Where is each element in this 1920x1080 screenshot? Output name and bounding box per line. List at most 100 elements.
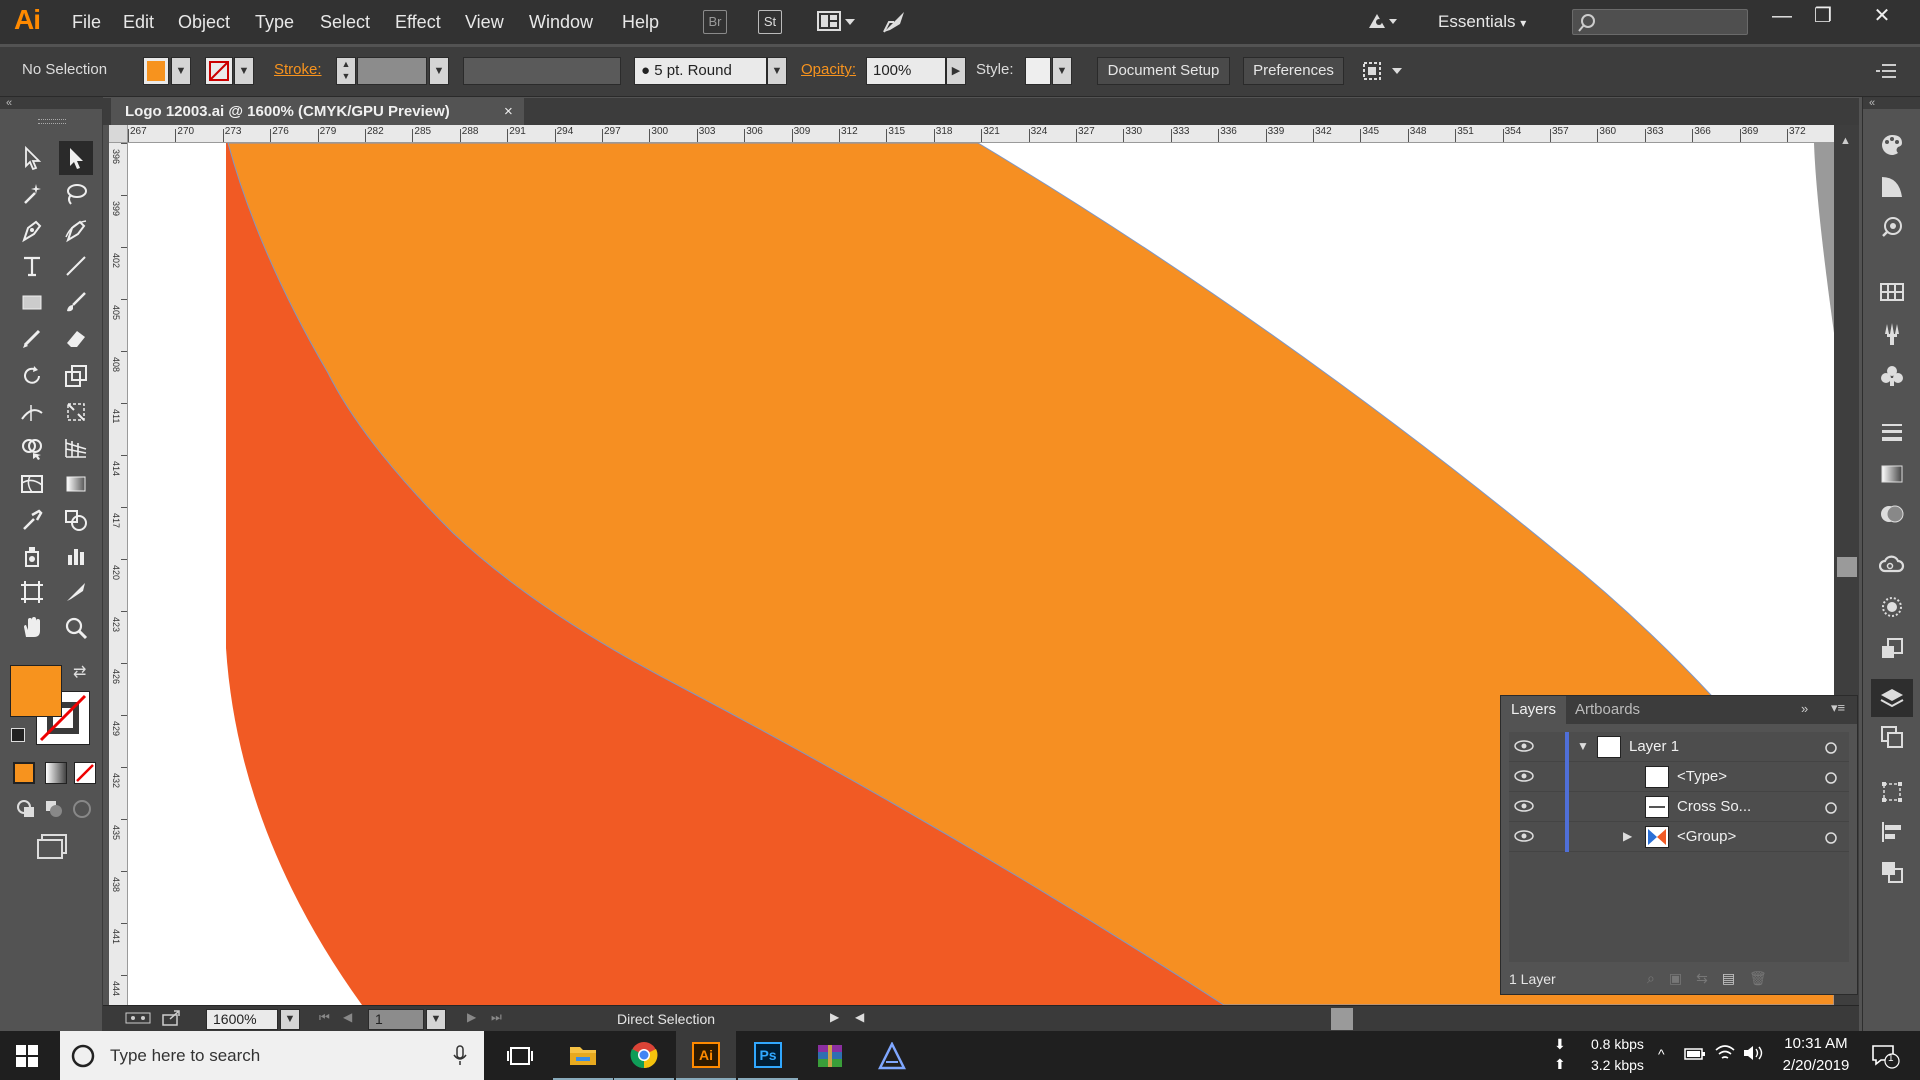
opacity-label[interactable]: Opacity: xyxy=(801,61,856,78)
visibility-eye-icon[interactable] xyxy=(1513,768,1535,784)
eraser-tool-icon[interactable] xyxy=(59,321,93,355)
first-artboard-icon[interactable]: ⏮ xyxy=(319,1010,330,1025)
document-tab[interactable]: Logo 12003.ai @ 1600% (CMYK/GPU Preview)… xyxy=(111,98,524,125)
transform-panel-icon[interactable] xyxy=(1877,777,1907,807)
draw-inside-icon[interactable] xyxy=(71,798,93,820)
stroke-panel-icon[interactable] xyxy=(1877,417,1907,447)
close-document-icon[interactable]: × xyxy=(504,98,513,125)
gradient-panel-icon[interactable] xyxy=(1877,459,1907,489)
artboard-dropdown[interactable]: ▼ xyxy=(426,1009,446,1030)
line-segment-tool-icon[interactable] xyxy=(59,249,93,283)
last-artboard-icon[interactable]: ⏭ xyxy=(491,1010,502,1025)
restore-button[interactable]: ❐ xyxy=(1803,2,1843,32)
zoom-dropdown[interactable]: ▼ xyxy=(280,1009,300,1030)
menu-help[interactable]: Help xyxy=(622,12,659,33)
gradient-tool-icon[interactable] xyxy=(59,467,93,501)
make-clipping-mask-icon[interactable]: ▣ xyxy=(1669,970,1682,987)
scroll-thumb[interactable] xyxy=(1837,557,1857,577)
swap-fill-stroke-icon[interactable]: ⇄ xyxy=(73,662,86,682)
action-center-icon[interactable]: 1 xyxy=(1870,1043,1900,1074)
minimize-button[interactable]: — xyxy=(1762,2,1802,32)
menu-view[interactable]: View xyxy=(465,12,504,33)
layer-name[interactable]: Layer 1 xyxy=(1629,738,1679,755)
lasso-tool-icon[interactable] xyxy=(59,177,93,211)
none-mode-icon[interactable] xyxy=(74,762,96,784)
locate-object-icon[interactable]: ⌕ xyxy=(1647,970,1655,987)
document-setup-button[interactable]: Document Setup xyxy=(1097,57,1230,85)
target-circle-icon[interactable] xyxy=(1823,770,1839,786)
blend-tool-icon[interactable] xyxy=(59,503,93,537)
status-menu-arrow[interactable]: ▶ xyxy=(830,1010,839,1024)
chrome-icon[interactable] xyxy=(614,1031,674,1080)
clock-time[interactable]: 10:31 AM xyxy=(1780,1035,1852,1052)
zoom-tool-icon[interactable] xyxy=(59,611,93,645)
gradient-mode-icon[interactable] xyxy=(45,762,67,784)
menu-effect[interactable]: Effect xyxy=(395,12,441,33)
create-sublayer-icon[interactable]: ⇆ xyxy=(1696,970,1708,987)
scroll-left-icon[interactable]: ◀ xyxy=(855,1010,864,1024)
fill-swatch[interactable] xyxy=(143,57,169,85)
photoshop-icon[interactable]: Ps xyxy=(738,1031,798,1080)
draw-behind-icon[interactable] xyxy=(43,798,65,820)
opacity-field[interactable]: 100% xyxy=(866,57,946,85)
artboard-navigation-icon[interactable] xyxy=(125,1010,151,1031)
target-circle-icon[interactable] xyxy=(1823,830,1839,846)
stroke-weight-field[interactable] xyxy=(357,57,427,85)
wifi-icon[interactable] xyxy=(1714,1044,1736,1067)
stock-button[interactable]: St xyxy=(758,10,782,34)
brushes-icon[interactable] xyxy=(1877,319,1907,349)
align-panel-icon[interactable] xyxy=(1877,817,1907,847)
slice-tool-icon[interactable] xyxy=(59,575,93,609)
layer-row[interactable]: ▼ Layer 1 xyxy=(1509,732,1849,762)
eyedropper-tool-icon[interactable] xyxy=(15,503,49,537)
visibility-eye-icon[interactable] xyxy=(1513,828,1535,844)
opacity-arrow[interactable]: ▶ xyxy=(946,57,966,85)
delete-layer-icon[interactable]: 🗑 xyxy=(1749,970,1767,987)
visibility-eye-icon[interactable] xyxy=(1513,798,1535,814)
shape-builder-tool-icon[interactable] xyxy=(15,431,49,465)
search-help-icon[interactable] xyxy=(1365,8,1397,39)
menu-select[interactable]: Select xyxy=(320,12,370,33)
rectangle-tool-icon[interactable] xyxy=(15,285,49,319)
collapse-panel-icon[interactable]: » xyxy=(1801,701,1808,716)
stroke-label[interactable]: Stroke: xyxy=(274,61,322,78)
microphone-icon[interactable] xyxy=(453,1045,467,1067)
task-view-icon[interactable] xyxy=(490,1031,550,1080)
expand-group-icon[interactable]: ▶ xyxy=(1623,829,1632,843)
clock-date[interactable]: 2/20/2019 xyxy=(1776,1057,1856,1074)
export-icon[interactable] xyxy=(161,1009,183,1032)
scale-tool-icon[interactable] xyxy=(59,359,93,393)
menu-type[interactable]: Type xyxy=(255,12,294,33)
stroke-weight-dropdown[interactable]: ▼ xyxy=(429,57,449,85)
column-graph-tool-icon[interactable] xyxy=(59,539,93,573)
tab-layers[interactable]: Layers xyxy=(1501,696,1567,724)
graphic-style-swatch[interactable] xyxy=(1025,57,1051,85)
zoom-field[interactable]: 1600% xyxy=(206,1009,278,1030)
creative-cloud-libraries-icon[interactable] xyxy=(1877,550,1907,580)
symbols-icon[interactable] xyxy=(1877,361,1907,391)
volume-icon[interactable] xyxy=(1742,1044,1764,1067)
selection-tool-icon[interactable] xyxy=(15,141,49,175)
transparency-icon[interactable] xyxy=(1877,499,1907,529)
bridge-button[interactable]: Br xyxy=(703,10,727,34)
screen-mode-icon[interactable] xyxy=(36,833,70,864)
horizontal-ruler[interactable]: 267 270 273 276 279 282 285 288 291 294 297 300 303 3… xyxy=(128,125,1834,143)
toolbar-collapse-icon[interactable]: « xyxy=(0,97,103,109)
default-fill-stroke-icon[interactable] xyxy=(11,728,25,742)
scroll-up-icon[interactable]: ▲ xyxy=(1840,135,1851,147)
visibility-eye-icon[interactable] xyxy=(1513,738,1535,754)
artboards-panel-icon[interactable] xyxy=(1877,722,1907,752)
style-dropdown[interactable]: ▼ xyxy=(1052,57,1072,85)
mesh-tool-icon[interactable] xyxy=(15,467,49,501)
pen-tool-icon[interactable] xyxy=(15,213,49,247)
dock-expand-icon[interactable]: « xyxy=(1863,97,1920,109)
appearance-icon[interactable] xyxy=(1877,592,1907,622)
menu-file[interactable]: File xyxy=(72,12,101,33)
width-tool-icon[interactable] xyxy=(15,395,49,429)
current-tool-status[interactable]: Direct Selection xyxy=(617,1011,715,1027)
fill-color-box[interactable] xyxy=(10,665,62,717)
shaper-tool-icon[interactable] xyxy=(15,321,49,355)
winrar-icon[interactable] xyxy=(800,1031,860,1080)
layer-row[interactable]: Cross So... xyxy=(1509,792,1849,822)
arrange-documents-icon[interactable] xyxy=(817,10,857,39)
